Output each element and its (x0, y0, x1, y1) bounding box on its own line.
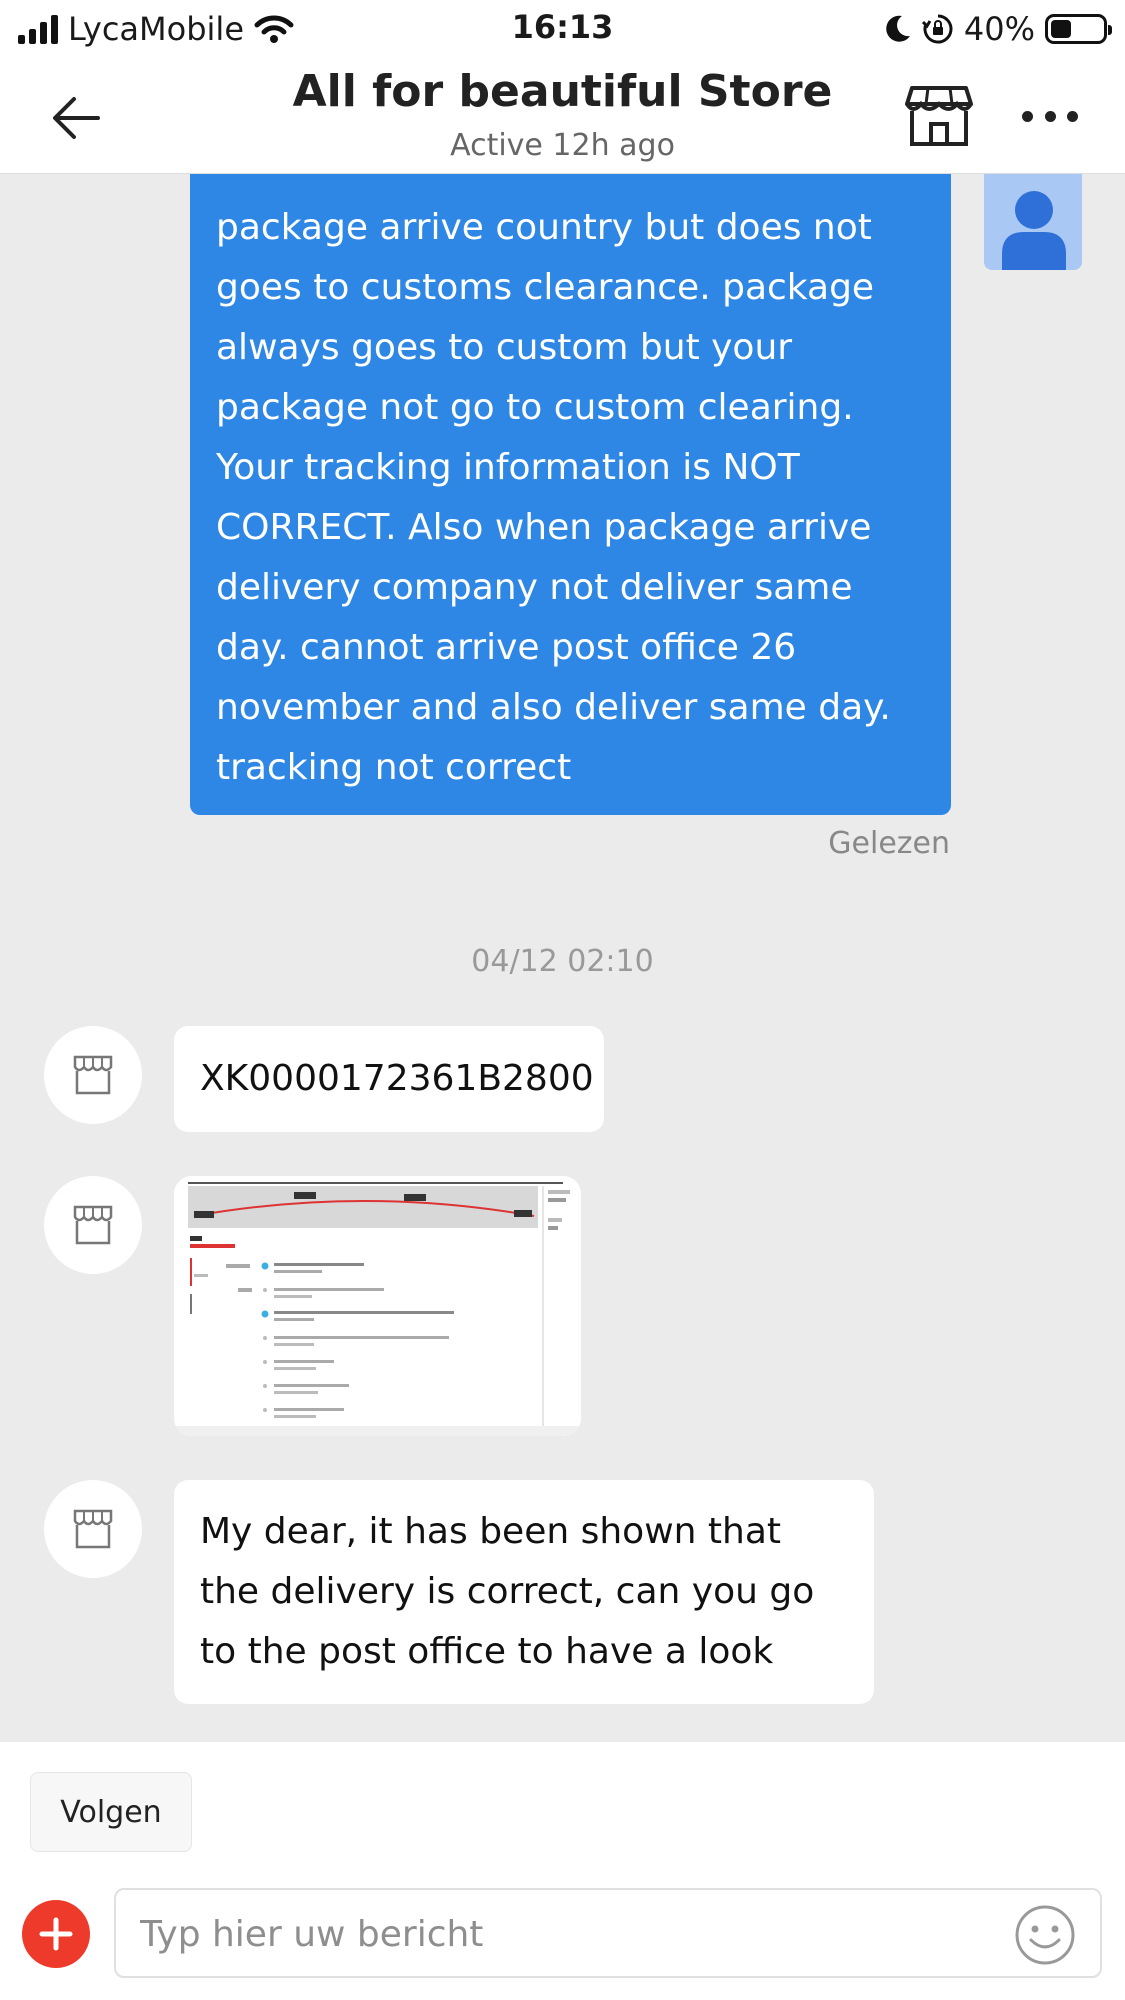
moon-icon (886, 15, 910, 42)
store-icon (73, 1509, 113, 1549)
chat-header: All for beautiful Store Active 12h ago (0, 56, 1125, 174)
plus-icon (39, 1917, 73, 1951)
tracking-number-message[interactable]: XK0000172361B2800 (174, 1026, 604, 1132)
screenshot-thumbnail (174, 1176, 581, 1436)
more-dots-icon (1022, 110, 1033, 122)
user-icon (1002, 191, 1066, 270)
user-avatar[interactable] (984, 174, 1082, 270)
seller-reply-message[interactable]: My dear, it has been shown that the deli… (174, 1480, 874, 1704)
emoji-button[interactable] (1014, 1904, 1076, 1966)
status-bar: LycaMobile 16:13 40% (0, 0, 1125, 56)
composer-area: Volgen (0, 1742, 1125, 2000)
store-button[interactable] (904, 84, 974, 148)
store-avatar[interactable] (44, 1480, 142, 1578)
battery-fill (1051, 20, 1071, 38)
read-status: Gelezen (828, 826, 950, 861)
battery-icon (1045, 14, 1112, 44)
battery-percent: 40% (963, 10, 1035, 48)
store-avatar[interactable] (44, 1176, 142, 1274)
store-avatar[interactable] (44, 1026, 142, 1124)
follow-button[interactable]: Volgen (30, 1772, 192, 1852)
smiley-icon (1015, 1905, 1075, 1965)
outgoing-message[interactable]: package arrive country but does not goes… (190, 174, 951, 815)
status-right: 40% (884, 10, 1112, 48)
message-input-box[interactable] (114, 1888, 1102, 1978)
store-icon (73, 1055, 113, 1095)
orientation-lock-icon (921, 14, 953, 44)
add-attachment-button[interactable] (22, 1900, 90, 1968)
tracking-screenshot-image[interactable] (174, 1176, 581, 1436)
store-icon (905, 86, 973, 146)
message-input[interactable] (140, 1904, 1000, 1964)
chat-area[interactable]: package arrive country but does not goes… (0, 174, 1125, 1742)
store-icon (73, 1205, 113, 1245)
more-button[interactable] (1022, 96, 1078, 136)
message-timestamp: 04/12 02:10 (471, 944, 654, 979)
